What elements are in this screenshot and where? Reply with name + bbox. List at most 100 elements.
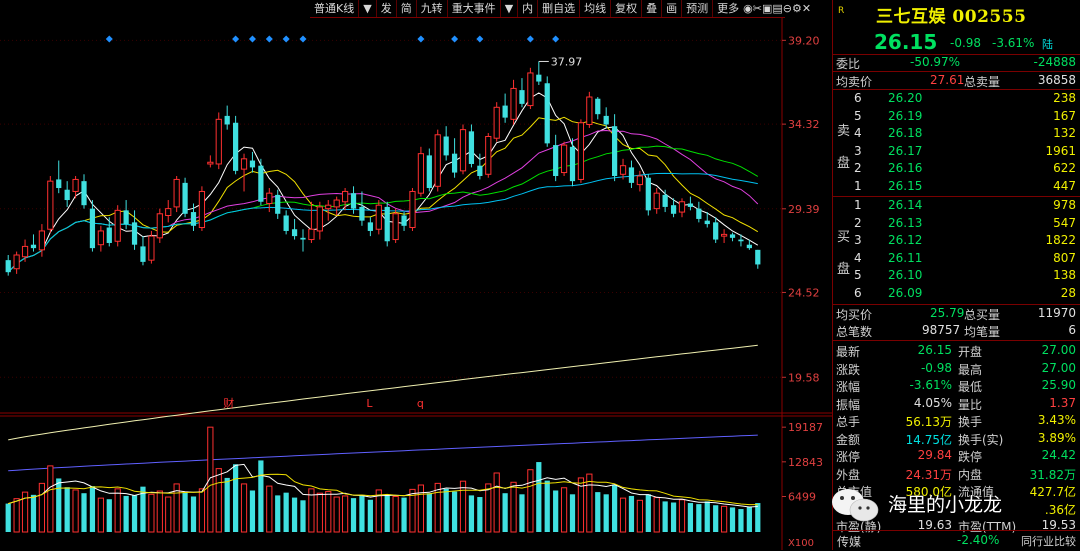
- candle-body[interactable]: [140, 246, 146, 262]
- volume-bar[interactable]: [519, 494, 525, 532]
- event-tag[interactable]: 财: [223, 396, 234, 410]
- volume-bar[interactable]: [603, 494, 609, 532]
- lock-icon[interactable]: ▣: [762, 1, 772, 16]
- volume-bar[interactable]: [240, 483, 248, 533]
- volume-bar[interactable]: [350, 498, 357, 532]
- candle-body[interactable]: [468, 131, 475, 164]
- box-icon[interactable]: ▤: [772, 1, 782, 16]
- toolbar-item[interactable]: 重大事件: [446, 0, 500, 17]
- candle-body[interactable]: [198, 190, 206, 229]
- candle-body[interactable]: [89, 208, 96, 249]
- event-marker-icon[interactable]: [476, 35, 484, 43]
- candle-body[interactable]: [443, 136, 449, 156]
- zoom-out-icon[interactable]: ⊖: [783, 1, 792, 16]
- volume-bar[interactable]: [182, 492, 188, 532]
- candle-body[interactable]: [131, 222, 138, 245]
- volume-bar[interactable]: [38, 482, 46, 533]
- candle-body[interactable]: [612, 126, 618, 176]
- candle-body[interactable]: [687, 203, 694, 207]
- candle-body[interactable]: [47, 180, 54, 230]
- volume-bar[interactable]: [468, 495, 475, 532]
- candle-body[interactable]: [628, 167, 635, 183]
- volume-bar[interactable]: [207, 426, 214, 533]
- candle-body[interactable]: [662, 194, 668, 207]
- bid-row[interactable]: 6 26.09 28: [850, 286, 1078, 302]
- candle-body[interactable]: [240, 158, 248, 170]
- toolbar-item[interactable]: 复权: [610, 0, 641, 17]
- ask-row[interactable]: 4 26.18 132: [850, 126, 1078, 142]
- ask-row[interactable]: 1 26.15 447: [850, 179, 1078, 195]
- volume-bar[interactable]: [114, 488, 121, 533]
- volume-bar[interactable]: [755, 503, 761, 532]
- toolbar-item[interactable]: 简: [395, 0, 416, 17]
- candle-body[interactable]: [106, 227, 112, 243]
- candle-body[interactable]: [451, 153, 458, 173]
- volume-bar[interactable]: [215, 468, 222, 533]
- volume-bar[interactable]: [333, 496, 340, 533]
- bid-row[interactable]: 3 26.12 1822: [850, 233, 1078, 249]
- candle-body[interactable]: [233, 122, 239, 171]
- candle-body[interactable]: [333, 199, 340, 208]
- volume-bar[interactable]: [595, 492, 601, 532]
- candle-body[interactable]: [417, 153, 425, 194]
- candle-body[interactable]: [636, 175, 643, 186]
- candle-body[interactable]: [577, 122, 585, 180]
- ask-row[interactable]: 5 26.19 167: [850, 109, 1078, 125]
- toolbar-item[interactable]: 均线: [579, 0, 610, 17]
- volume-bar[interactable]: [560, 487, 568, 533]
- volume-bar[interactable]: [30, 494, 37, 532]
- volume-bar[interactable]: [325, 491, 332, 533]
- candle-body[interactable]: [485, 136, 492, 175]
- event-marker-icon[interactable]: [265, 35, 273, 43]
- candle-body[interactable]: [308, 228, 315, 241]
- volume-bar[interactable]: [451, 491, 458, 532]
- close-icon[interactable]: ✕: [802, 1, 811, 16]
- candle-body[interactable]: [653, 192, 660, 210]
- candle-body[interactable]: [704, 220, 710, 225]
- toolbar-item[interactable]: 画: [661, 0, 681, 17]
- volume-bar[interactable]: [619, 497, 627, 533]
- volume-bar[interactable]: [190, 496, 197, 532]
- volume-bar[interactable]: [81, 493, 87, 532]
- volume-bar[interactable]: [89, 486, 96, 532]
- candle-body[interactable]: [38, 230, 46, 251]
- volume-bar[interactable]: [729, 507, 736, 532]
- toolbar-item[interactable]: 内: [517, 0, 537, 17]
- candle-body[interactable]: [738, 239, 744, 242]
- event-marker-icon[interactable]: [282, 35, 290, 43]
- ask-row[interactable]: 2 26.16 622: [850, 161, 1078, 177]
- bid-row[interactable]: 4 26.11 807: [850, 251, 1078, 267]
- candle-body[interactable]: [434, 134, 441, 187]
- candle-body[interactable]: [477, 165, 483, 176]
- candle-body[interactable]: [21, 245, 29, 258]
- candle-body[interactable]: [519, 90, 525, 104]
- volume-bar[interactable]: [275, 495, 281, 532]
- candle-body[interactable]: [553, 145, 559, 176]
- bid-row[interactable]: 5 26.10 138: [850, 268, 1078, 284]
- volume-bar[interactable]: [536, 462, 542, 532]
- volume-bar[interactable]: [713, 505, 719, 532]
- candle-body[interactable]: [720, 233, 728, 237]
- event-marker-icon[interactable]: [526, 35, 534, 43]
- candle-body[interactable]: [696, 208, 702, 219]
- candle-body[interactable]: [300, 237, 306, 240]
- event-tag[interactable]: q: [417, 397, 424, 410]
- candle-body[interactable]: [502, 105, 508, 118]
- ask-row[interactable]: 6 26.20 238: [850, 91, 1078, 107]
- toolbar-item[interactable]: ▼: [358, 0, 375, 17]
- volume-bar[interactable]: [662, 501, 668, 532]
- volume-bar[interactable]: [417, 484, 425, 533]
- candle-body[interactable]: [746, 244, 752, 249]
- candle-body[interactable]: [569, 146, 576, 182]
- event-tag[interactable]: L: [366, 397, 373, 410]
- candle-body[interactable]: [544, 83, 550, 144]
- candle-body[interactable]: [409, 190, 416, 229]
- volume-bar[interactable]: [392, 495, 399, 533]
- candle-body[interactable]: [165, 208, 172, 216]
- settings-icon[interactable]: ⚙: [792, 1, 802, 16]
- candle-body[interactable]: [595, 98, 601, 115]
- candle-body[interactable]: [182, 182, 188, 214]
- bid-row[interactable]: 2 26.13 547: [850, 216, 1078, 232]
- volume-bar[interactable]: [401, 497, 407, 532]
- toolbar-item[interactable]: ▼: [499, 0, 517, 17]
